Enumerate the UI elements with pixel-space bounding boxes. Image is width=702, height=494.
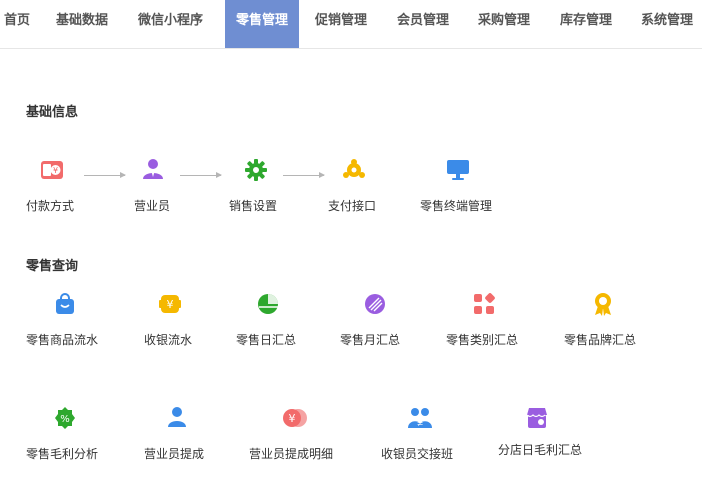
tab-promotion-management[interactable]: 促销管理 [315, 0, 367, 48]
query-item-label: 零售日汇总 [236, 333, 297, 347]
tab-system-management[interactable]: 系统管理 [641, 0, 693, 48]
basic-item-label: 营业员 [134, 199, 171, 213]
tab-basic-data[interactable]: 基础数据 [56, 0, 108, 48]
cashier-yen-icon: ¥ [159, 295, 181, 313]
brand-medal-icon [595, 293, 611, 316]
basic-item-label: 零售终端管理 [420, 199, 493, 213]
percent-badge-icon: % [55, 407, 75, 429]
query-item-label: 营业员提成 [144, 447, 205, 461]
svg-text:¥: ¥ [167, 298, 174, 311]
section-title-basic-info: 基础信息 [26, 105, 79, 120]
svg-text:%: % [60, 414, 70, 425]
payment-interface-icon [343, 159, 365, 178]
shopping-bag-icon [56, 293, 74, 314]
svg-text:≠: ≠ [417, 419, 424, 428]
tab-inventory-management[interactable]: 库存管理 [560, 0, 612, 48]
query-item-label: 零售类别汇总 [446, 333, 519, 347]
shift-handover-icon: ≠ [408, 408, 432, 428]
daily-chart-icon [258, 294, 278, 314]
query-item-label: 营业员提成明细 [249, 447, 334, 461]
coins-icon: ¥ [283, 409, 307, 427]
query-item-label: 零售毛利分析 [26, 447, 99, 461]
query-item-label: 收银流水 [144, 333, 193, 347]
payment-card-icon: ¥ [41, 161, 63, 179]
tab-purchase-management[interactable]: 采购管理 [478, 0, 530, 48]
basic-item-label: 支付接口 [328, 199, 377, 213]
basic-item-label: 销售设置 [229, 199, 278, 213]
category-grid-icon [474, 293, 495, 314]
salesperson-icon [143, 159, 163, 179]
gear-icon [245, 159, 267, 181]
top-nav: 首页 基础数据 微信小程序 零售管理 促销管理 会员管理 采购管理 库存管理 系… [0, 0, 702, 49]
monitor-icon [447, 160, 469, 180]
query-item-label: 分店日毛利汇总 [498, 443, 583, 457]
flow-arrow [84, 172, 126, 178]
person-icon [168, 407, 186, 427]
tab-wechat-miniprogram[interactable]: 微信小程序 [138, 0, 203, 48]
query-item-label: 零售月汇总 [340, 333, 401, 347]
flow-arrow [283, 172, 325, 178]
tab-home[interactable]: 首页 [4, 0, 30, 48]
svg-text:¥: ¥ [53, 166, 58, 175]
section-title-retail-query: 零售查询 [26, 259, 79, 274]
query-item-label: 零售品牌汇总 [564, 333, 637, 347]
tab-member-management[interactable]: 会员管理 [397, 0, 449, 48]
query-item-label: 零售商品流水 [26, 333, 99, 347]
basic-item-label: 付款方式 [26, 199, 75, 213]
flow-arrow [180, 172, 222, 178]
svg-text:¥: ¥ [289, 412, 296, 425]
monthly-chart-icon [365, 294, 385, 314]
query-item-label: 收银员交接班 [381, 447, 454, 461]
tab-retail-management[interactable]: 零售管理 [225, 0, 299, 48]
store-icon [526, 408, 547, 428]
